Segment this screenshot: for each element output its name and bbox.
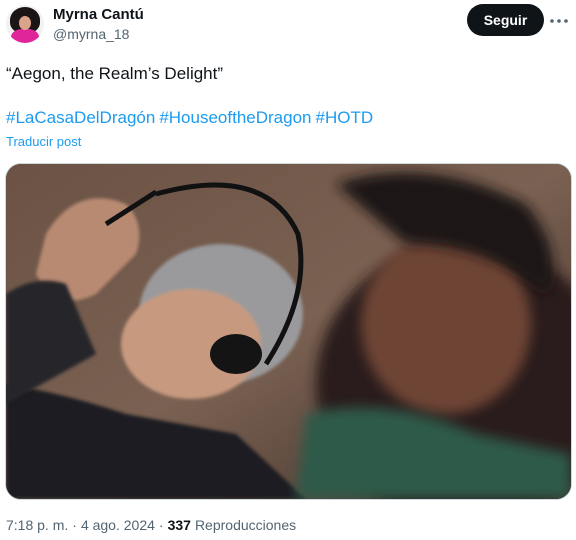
more-options-icon[interactable] xyxy=(549,12,569,30)
translate-post-link[interactable]: Traducir post xyxy=(6,134,81,149)
author-handle[interactable]: @myrna_18 xyxy=(53,26,129,42)
hashtag-link[interactable]: #LaCasaDelDragón xyxy=(6,108,155,128)
hashtag-link[interactable]: #HOTD xyxy=(316,108,374,128)
hashtags: #LaCasaDelDragón #HouseoftheDragon #HOTD xyxy=(6,108,373,128)
photo-illustration xyxy=(6,164,571,499)
views-count: 337 xyxy=(167,517,191,533)
post-date[interactable]: 4 ago. 2024 xyxy=(81,517,155,533)
hashtag-link[interactable]: #HouseoftheDragon xyxy=(159,108,311,128)
author-name[interactable]: Myrna Cantú xyxy=(53,6,144,23)
post-image[interactable] xyxy=(5,163,572,500)
post-metadata: 7:18 p. m. · 4 ago. 2024 · 337 Reproducc… xyxy=(6,517,296,533)
views-label: Reproducciones xyxy=(194,517,297,533)
separator: · xyxy=(158,517,164,533)
separator: · xyxy=(72,517,77,533)
post-text: “Aegon, the Realm’s Delight” xyxy=(6,64,224,83)
follow-button[interactable]: Seguir xyxy=(467,4,544,36)
post-time[interactable]: 7:18 p. m. xyxy=(6,517,68,533)
avatar-face xyxy=(19,16,31,30)
author-avatar[interactable] xyxy=(6,5,44,43)
avatar-outfit xyxy=(11,29,39,43)
